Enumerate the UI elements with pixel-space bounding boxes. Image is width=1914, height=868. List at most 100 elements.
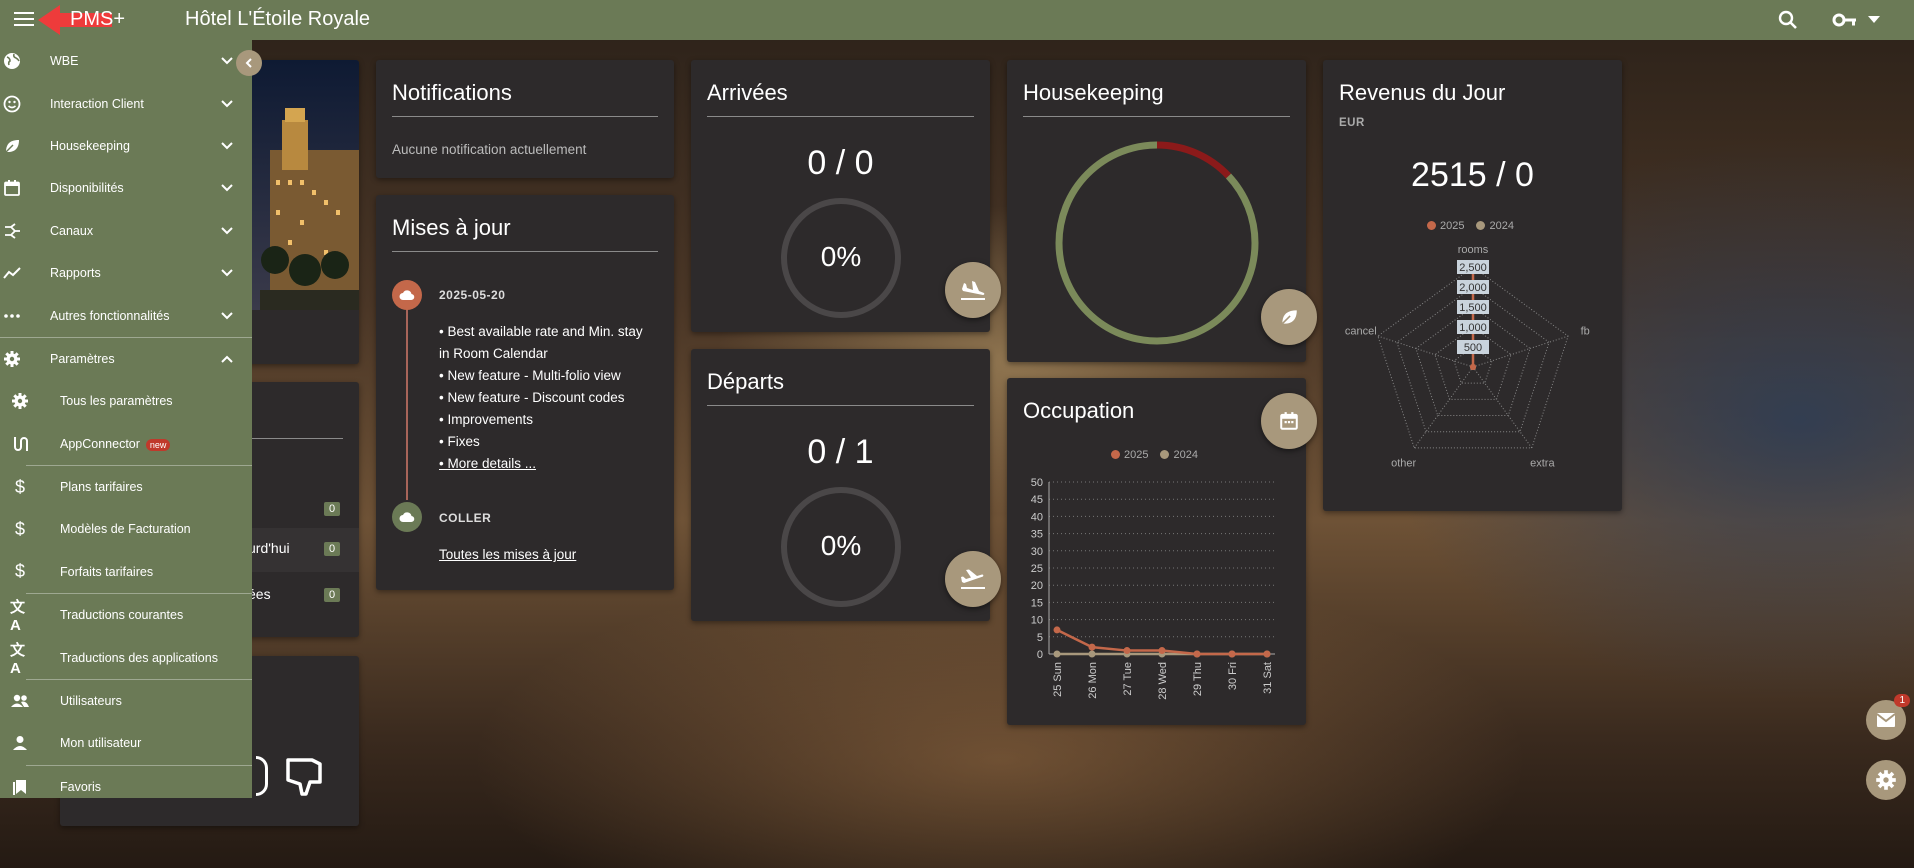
chevron-up-icon [221,355,233,363]
thumbs-down-icon[interactable] [284,756,328,798]
settings-button[interactable] [1866,760,1906,800]
data-point [1470,364,1476,370]
y-tick-label: 10 [1031,615,1043,627]
legend-item-2025: 2025 [1111,449,1148,461]
sidebar-item-label: Forfaits tarifaires [60,564,154,579]
sidebar-item-interaction-client[interactable]: Interaction Client [0,82,252,124]
chart-legend: 2025 2024 [1427,220,1514,232]
more-icon [2,306,22,326]
sidebar-item-tous-parametres[interactable]: Tous les paramètres [0,380,252,422]
card-title: Housekeeping [1023,80,1164,105]
brand-name: PMS+ [70,8,126,30]
x-tick-label: 25 Sun [1052,662,1064,697]
legend-label: 2024 [1173,449,1198,461]
chevron-left-icon [245,58,252,68]
divider [1023,116,1290,117]
legend-label: 2025 [1124,449,1149,461]
x-tick-label: 27 Tue [1122,662,1134,696]
leaf-icon [2,136,22,156]
collapse-sidebar-button[interactable] [236,50,262,76]
currency-label: EUR [1339,117,1365,129]
menu-icon[interactable] [12,9,36,31]
revenue-card: Revenus du Jour EUR 2515 / 0 2025 2024 r… [1323,60,1622,511]
update-next: COLLER [439,511,492,525]
radar-axis-line [1472,366,1533,449]
data-point [1088,643,1096,651]
sidebar-item-traductions-courantes[interactable]: 文A Traductions courantes [0,594,252,636]
count-badge: 0 [324,542,341,556]
sidebar-item-label: Canaux [50,223,94,238]
plane-landing-icon [961,281,985,300]
sidebar-item-label: Traductions courantes [60,608,184,623]
update-line: • New feature - Discount codes [439,390,625,405]
data-point [1053,626,1061,634]
data-point [1263,650,1271,658]
revenue-value: 2515 / 0 [1411,156,1534,194]
chevron-down-icon [221,99,233,107]
x-tick-label: 28 Wed [1157,662,1169,700]
arrivals-button[interactable] [945,262,1001,318]
sidebar-item-traductions-applications[interactable]: 文A Traductions des applications [0,636,252,678]
divider [392,251,658,252]
gear-icon [2,349,22,369]
data-point [1158,647,1166,655]
calendar-button[interactable] [1261,393,1317,449]
divider [707,116,974,117]
sidebar-item-modeles-facturation[interactable]: $ Modèles de Facturation [0,508,252,550]
card-title: Notifications [392,80,512,105]
y-tick-label: 30 [1031,546,1043,558]
sidebar-item-mon-utilisateur[interactable]: Mon utilisateur [0,722,252,764]
sidebar-item-rapports[interactable]: Rapports [0,252,252,294]
list-item-label: urd'hui [248,540,290,556]
sidebar-item-housekeeping[interactable]: Housekeeping [0,125,252,167]
sidebar-item-utilisateurs[interactable]: Utilisateurs [0,680,252,722]
sidebar-item-forfaits-tarifaires[interactable]: $ Forfaits tarifaires [0,551,252,593]
all-updates-link[interactable]: Toutes les mises à jour [439,547,576,562]
radar-axis-line [1413,366,1474,449]
connector-icon [10,434,30,454]
dollar-icon: $ [14,518,25,539]
sidebar-item-favoris[interactable]: Favoris [0,766,252,798]
channels-icon [2,221,22,241]
chevron-down-icon[interactable] [1868,16,1880,24]
y-tick-label: 20 [1031,580,1043,592]
calendar-icon [1280,412,1298,430]
radar-tick-label: 2,000 [1459,282,1487,294]
departures-count: 0 / 1 [807,433,874,471]
gear-icon [10,391,30,411]
chevron-down-icon [221,311,233,319]
more-details-link[interactable]: • More details ... [439,453,643,475]
cloud-icon [392,502,422,532]
mail-button[interactable]: 1 [1866,694,1910,740]
radar-tick-label: 1,000 [1459,322,1487,334]
sidebar-item-label: Housekeeping [50,138,130,153]
sidebar-item-label: Interaction Client [50,96,144,111]
sidebar-item-disponibilites[interactable]: Disponibilités [0,167,252,209]
data-point [1088,650,1096,658]
chevron-down-icon [221,227,233,235]
data-point [1123,647,1131,655]
card-title: Départs [707,369,785,394]
update-line: • Improvements [439,412,534,427]
x-tick-label: 30 Fri [1227,662,1239,690]
key-icon[interactable] [1832,10,1858,30]
sidebar-item-parametres[interactable]: Paramètres [0,338,252,380]
arrivals-percent: 0% [820,241,862,272]
partial-icon [256,756,268,796]
smiley-icon [2,94,22,114]
sidebar-item-plans-tarifaires[interactable]: $ Plans tarifaires [0,466,252,508]
x-tick-label: 29 Thu [1192,662,1204,696]
chevron-down-icon [221,184,233,192]
sidebar-item-wbe[interactable]: WBE [0,40,252,82]
chart-legend: 2025 2024 [1111,449,1198,461]
sidebar-item-autres[interactable]: Autres fonctionnalités [0,294,252,336]
sidebar-item-appconnector[interactable]: AppConnector new [0,423,252,465]
card-title: Mises à jour [392,215,511,240]
housekeeping-button[interactable] [1261,289,1317,345]
sidebar-item-label: Mon utilisateur [60,736,142,751]
search-icon[interactable] [1776,8,1800,32]
departures-percent: 0% [820,530,862,561]
departures-button[interactable] [945,551,1001,607]
sidebar-item-canaux[interactable]: Canaux [0,210,252,252]
y-tick-label: 35 [1031,529,1043,541]
